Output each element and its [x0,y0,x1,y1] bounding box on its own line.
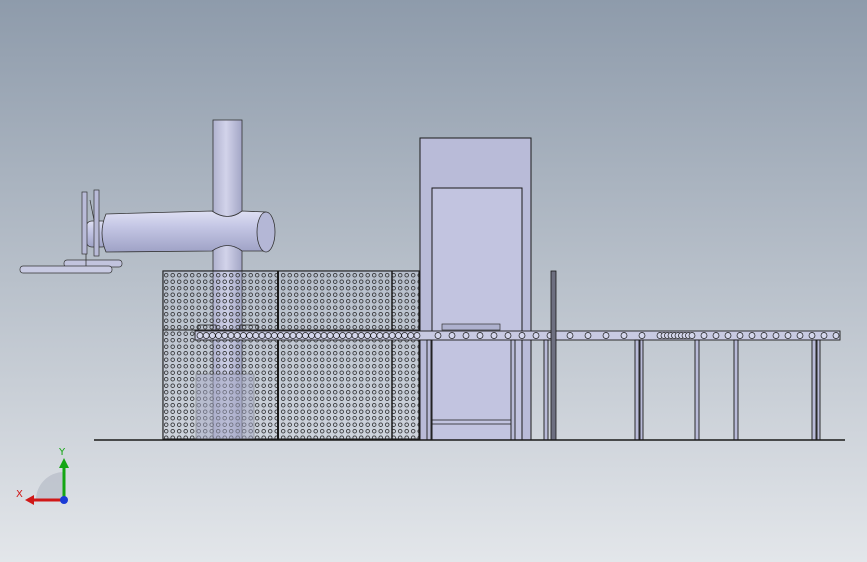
roller [808,332,816,339]
roller [476,332,484,339]
roller [736,332,744,339]
roller [326,332,334,339]
roller [832,332,840,339]
roller [196,332,204,339]
roller [602,332,610,339]
roller [407,332,415,339]
roller [252,332,260,339]
roller [724,332,732,339]
roller [215,332,222,339]
roller [202,332,210,339]
roller [784,332,792,339]
roller [504,332,512,339]
roller [370,332,377,339]
roller [772,332,780,339]
roller [333,332,340,339]
x-axis-label: X [16,489,23,500]
roller [302,332,309,339]
roller [320,332,328,339]
roller [357,332,365,339]
roller [277,332,284,339]
roller [246,332,253,339]
platen [441,323,501,331]
roller [448,332,456,339]
roller [395,332,402,339]
roller [233,332,241,339]
roller [264,332,272,339]
roller [688,332,696,339]
y-axis-label: Y [58,447,66,458]
roller [518,332,526,339]
roller [388,332,396,339]
roller [620,332,628,339]
roller [700,332,708,339]
robot-arm[interactable] [85,210,276,253]
roller [820,332,828,339]
roller [209,332,216,339]
roller [584,332,592,339]
z-axis-dot [60,496,68,504]
stop-post [550,270,557,441]
roller [351,332,359,339]
roller [364,332,371,339]
roller [796,332,804,339]
roller [401,332,408,339]
roller [283,332,291,339]
roller [227,332,235,339]
roller [240,332,247,339]
roller [308,332,315,339]
roller [434,332,442,339]
roller [382,332,390,339]
roller [748,332,756,339]
roller [413,332,421,339]
roller [532,332,540,339]
roller [638,332,646,339]
roller [760,332,768,339]
roller [314,332,322,339]
roller [566,332,574,339]
roller [462,332,470,339]
roller [271,332,278,339]
roller [345,332,353,339]
roller [295,332,303,339]
roller [712,332,720,339]
roller [376,332,384,339]
roller [339,332,346,339]
roller [221,332,229,339]
cabinet-door[interactable] [431,187,523,441]
assembly-drawing[interactable]: Y X [0,0,867,562]
safety-fence[interactable] [162,270,420,440]
robot-base [195,373,255,440]
roller [490,332,498,339]
roller [258,332,266,339]
roller [289,332,297,339]
cad-graphics-viewport[interactable]: Y X [0,0,867,562]
